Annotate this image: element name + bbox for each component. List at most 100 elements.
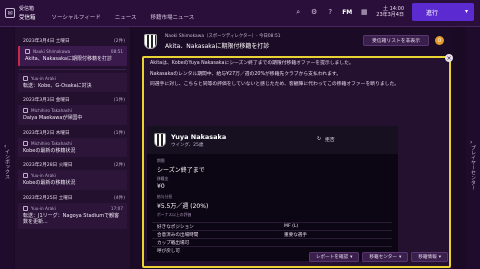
message-time: 17:07 [110,205,123,211]
transfer-centre-button[interactable]: 移籍センター ▾ [362,252,409,262]
message-subject: Akita、Nakasakaに期限付移籍を打診 [25,56,112,62]
top-bar: ✉ 受信箱 受信箱 ソーシャルフィード ニュース 移籍市場ニュース ⌕ ⚙ ? … [0,0,480,26]
inbox-list: 2023年3月4日 土曜日 (2件) Naoki Shimokawa 08:51 … [15,27,130,269]
fm-logo[interactable]: FM [342,9,352,16]
player-header[interactable]: Yuya Nakasaka ウイング、25歳 ↻ 拒否 [147,126,398,154]
list-item[interactable]: Michihiro Takahashi Kobeの最新の移籍状況 [18,137,127,157]
sender-line: Naoki Shimokawa（スポーツディレクター）- 今日08:51 [165,33,281,39]
attrs-header: ボーナス以上の評価 [157,212,191,218]
club-crest-icon [144,33,157,49]
calendar-icon[interactable]: ▦ [360,8,368,16]
attr-key: カップ戦出場可 [157,240,190,246]
attr-key: 好きなポジション [157,224,194,230]
body-paragraph: Akitaは、KobeのYuya Nakasakaにシーズン終了までの期限付移籍… [150,61,354,66]
settings-icon[interactable]: ⚙ [310,8,318,16]
close-icon[interactable]: × [445,54,453,62]
tab-inbox-active[interactable]: 受信箱 [19,13,36,21]
message-panel: × Akitaは、KobeのYuya Nakasakaにシーズン終了までの期限付… [142,54,453,268]
right-rail-label: プレイヤーセンター [470,145,476,190]
message-view: Naoki Shimokawa（スポーツディレクター）- 今日08:51 Aki… [133,27,454,269]
date-label: 2023年3月2日 木曜日 [23,130,70,136]
attr-value: 重要な選手 [284,232,307,238]
action-bar: レポートを確認 ▾ 移籍センター ▾ 移籍情報 ▾ [144,252,449,264]
top-right-controls: ⌕ ⚙ ? FM ▦ 土 14:00 23年3月4日 進行 ▾ [294,3,474,21]
inbox-date-header: 2023年2月28日 火曜日 (2件) [15,159,130,170]
inbox-date-header: 2023年2月25日 土曜日 (4件) [15,192,130,203]
left-rail[interactable]: ‹ インボックス [0,27,14,269]
date-label: 2023年2月28日 火曜日 [23,163,73,168]
message-body: Akitaは、KobeのYuya Nakasakaにシーズン終了までの期限付移籍… [144,58,449,96]
person-icon [23,205,28,211]
sender-name: Michihiro Takahashi [31,108,72,113]
body-paragraph: Nakasakaのレンタル期間中、給与¥27万／週の20%が移籍先クラブから支払… [150,71,342,77]
person-icon [25,49,30,54]
field-duration: 期間 シーズン終了まで [157,158,205,174]
message-time: 08:51 [110,49,123,54]
message-subject: 転送：J1リーグ：Nagoya Stadiumで観客数を更新... [23,212,120,226]
attr-value: MF (L) [284,224,299,229]
field-label: 期間 [157,158,165,163]
player-card: Yuya Nakasaka ウイング、25歳 ↻ 拒否 期間 シーズン終了まで … [147,126,398,261]
count-label: (1件) [113,130,125,136]
field-fee: 移籍金 ¥0 [157,176,168,190]
view-report-button[interactable]: レポートを確認 ▾ [308,252,360,262]
sender-name: Yuu-in Araki [31,75,56,81]
attrs-table: 好きなポジション MF (L) 合意済みの出場時間 重要な選手 カップ戦出場可 呼び… [152,222,392,254]
tab-news[interactable]: ニュース [115,13,137,21]
title-block: 受信箱 受信箱 [19,5,36,21]
message-header: Naoki Shimokawa（スポーツディレクター）- 今日08:51 Aki… [133,27,454,55]
inbox-date-header: 2023年3月2日 木曜日 (1件) [15,127,130,138]
person-icon [23,173,28,178]
person-icon [23,108,28,113]
chevron-down-icon: ▾ [438,254,441,260]
transfer-info-button[interactable]: 移籍情報 ▾ [411,252,448,262]
current-date: 23年3月4日 [376,12,404,18]
count-label: (2件) [113,39,125,44]
refresh-icon: ↻ [317,137,322,142]
list-item[interactable]: Michihiro Takahashi Daiya Maekawaが帰国中 [18,105,127,125]
hide-inbox-list-button[interactable]: 受信箱リストを非表示 [363,35,429,46]
list-item[interactable]: Yuu-in Araki Kobeの最新の移籍状況 [18,170,127,190]
chevron-down-icon: ▾ [350,254,353,260]
help-icon[interactable]: ? [326,8,334,16]
button-label: レポートを確認 [315,255,349,260]
divider [19,68,126,70]
left-rail-label: インボックス [4,149,10,179]
message-subject: Kobeの最新の移籍状況 [23,147,76,154]
attr-key: 合意済みの出場時間 [157,232,199,238]
button-label: 移籍情報 [418,255,437,260]
table-row: 合意済みの出場時間 重要な選手 [152,230,392,238]
list-item[interactable]: Yuu-in Araki 17:07 転送：J1リーグ：Nagoya Stadiu… [18,202,127,229]
coin-badge[interactable]: 0 [435,36,444,45]
person-icon [23,140,28,146]
player-position: ウイング、25歳 [171,142,204,148]
inbox-icon[interactable]: ✉ [5,8,15,18]
list-item[interactable]: Yuu-in Araki 転送：Kobe、G-Osakaに対決 [18,72,127,92]
chevron-down-icon[interactable]: ▾ [465,8,468,15]
sender-name: Yuu-in Araki [31,173,56,178]
right-rail[interactable]: › プレイヤーセンター [466,27,480,269]
field-wage: 給与分担 ¥5.5万／週 (20%) [157,194,208,210]
status-label: 拒否 [325,138,335,143]
message-title: Akita、Nakasakaに期限付移籍を打診 [165,42,270,50]
club-crest-icon [154,133,166,147]
search-icon[interactable]: ⌕ [294,8,302,16]
table-row: 好きなポジション MF (L) [152,222,392,230]
inbox-date-header: 2023年3月4日 土曜日 (2件) [15,35,130,46]
count-label: (4件) [113,195,125,201]
field-label: 移籍金 [157,176,169,181]
tab-transfer-news[interactable]: 移籍市場ニュース [151,13,195,21]
attrs-header-label: ボーナス以上の評価 [157,212,192,217]
count-label: (1件) [113,98,125,103]
player-name[interactable]: Yuya Nakasaka [171,133,226,141]
date-label: 2023年2月25日 土曜日 [23,195,73,201]
status-badge: ↻ 拒否 [317,136,335,143]
list-item[interactable]: Naoki Shimokawa 08:51 Akita、Nakasakaに期限付移… [18,46,127,66]
field-value: ¥0 [157,183,165,190]
sender-name: Yuu-in Araki [31,205,56,211]
field-value: ¥5.5万／週 (20%) [157,203,209,210]
tab-social-feed[interactable]: ソーシャルフィード [52,13,101,21]
field-label: 給与分担 [157,194,173,199]
continue-button[interactable]: 進行 ▾ [412,3,474,21]
top-nav: ソーシャルフィード ニュース 移籍市場ニュース [52,13,195,21]
